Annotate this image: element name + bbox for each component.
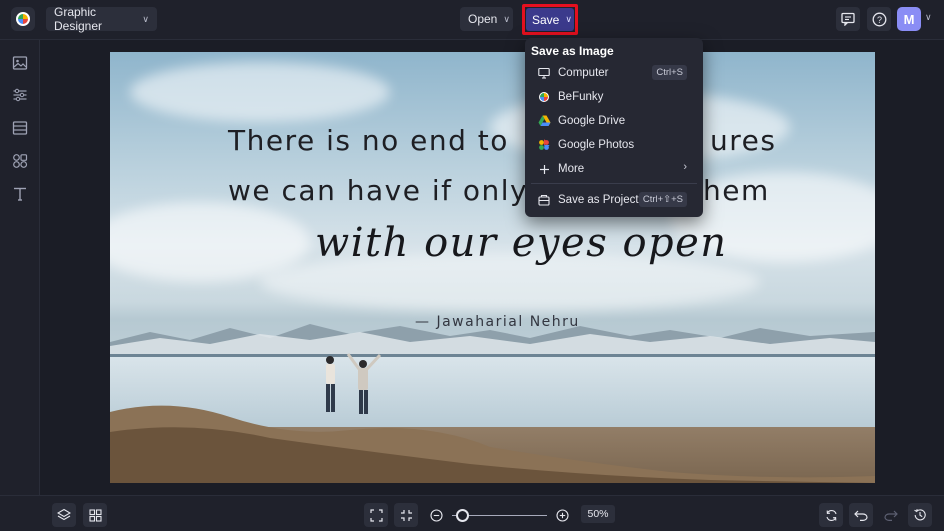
save-to-computer-item[interactable]: Computer Ctrl+S [531,62,697,84]
menu-item-label: Computer [558,67,609,79]
two-people-figures [326,353,382,414]
keyboard-shortcut: Ctrl+S [652,65,687,80]
menu-divider [531,183,697,184]
plus-icon [537,162,551,176]
chevron-down-icon[interactable]: ∨ [925,12,932,23]
save-to-google-photos-item[interactable]: Google Photos [531,134,697,156]
redo-icon [884,510,898,521]
save-label: Save [532,12,560,27]
layers-button[interactable] [52,503,76,527]
collapse-icon [400,509,412,521]
project-icon [537,193,551,207]
zoom-out-button[interactable] [424,503,448,527]
design-canvas[interactable]: There is no end to ures we can have if o… [110,52,875,483]
layouts-icon[interactable] [11,119,29,137]
google-photos-icon [537,138,551,152]
top-bar: Graphic Designer ∨ Open ∨ Save ∨ ? M ∨ [0,0,944,40]
customize-sliders-icon[interactable] [11,86,29,104]
quote-script-line: with our eyes open [315,220,728,266]
comment-icon [841,12,855,26]
image-manager-icon[interactable] [11,54,29,72]
chevron-right-icon: › [683,161,687,173]
chevron-down-icon: ∨ [142,13,149,24]
app-mode-dropdown[interactable]: Graphic Designer ∨ [46,5,157,33]
menu-section-title: Save as Image [531,44,614,58]
history-button[interactable] [908,503,932,527]
quote-author: — Jawaharial Nehru [415,314,580,330]
undo-icon [854,510,868,521]
monitor-icon [537,66,551,80]
chevron-down-icon: ∨ [565,14,572,24]
befunky-icon [537,90,551,104]
history-icon [914,509,926,521]
undo-button[interactable] [849,503,873,527]
befunky-logo[interactable] [11,7,35,31]
save-button-highlight: Save ∨ [522,4,578,35]
save-as-project-item[interactable]: Save as Project Ctrl+⇧+S [531,189,697,211]
layers-icon [57,508,71,521]
logo-mark-icon [16,12,30,26]
save-to-befunky-item[interactable]: BeFunky [531,86,697,108]
open-button[interactable]: Open ∨ [460,7,513,31]
bottom-toolbar: 50% [0,495,944,531]
keyboard-shortcut: Ctrl+⇧+S [638,192,687,207]
redo-button[interactable] [879,503,903,527]
menu-item-label: Google Drive [558,115,626,127]
graphics-icon[interactable] [11,152,29,170]
refresh-button[interactable] [819,503,843,527]
open-label: Open [468,12,498,26]
zoom-out-icon [429,508,443,522]
actual-size-button[interactable] [394,503,418,527]
svg-text:?: ? [876,15,881,25]
avatar[interactable]: M [897,7,921,31]
help-icon: ? [872,12,886,26]
save-to-google-drive-item[interactable]: Google Drive [531,110,697,132]
app-mode-label: Graphic Designer [54,5,103,33]
cloud [130,62,390,122]
fit-to-screen-button[interactable] [364,503,388,527]
menu-item-label: Save as Project [558,194,639,206]
save-button[interactable]: Save ∨ [526,8,574,31]
more-options-item[interactable]: More › [531,158,697,180]
expand-icon [369,508,383,522]
grid-view-button[interactable] [83,503,107,527]
zoom-slider-thumb[interactable] [456,509,469,522]
left-sidebar [0,40,40,495]
zoom-in-icon [555,508,569,522]
zoom-in-button[interactable] [550,503,574,527]
menu-item-label: More [558,163,585,175]
grid-icon [88,508,102,522]
menu-item-label: BeFunky [558,91,604,103]
refresh-icon [825,509,837,521]
help-button[interactable]: ? [867,7,891,31]
menu-item-label: Google Photos [558,139,635,151]
save-dropdown-menu: Save as Image Computer Ctrl+S BeFunky Go… [525,38,703,217]
quote-line-1-end: ures [710,124,777,157]
comments-button[interactable] [836,7,860,31]
chevron-down-icon: ∨ [503,13,510,24]
google-drive-icon [537,114,551,128]
foreground-grass [110,405,875,483]
quote-line-2-end: hem [703,174,770,207]
zoom-percentage[interactable]: 50% [581,505,615,523]
text-icon[interactable] [11,185,29,203]
